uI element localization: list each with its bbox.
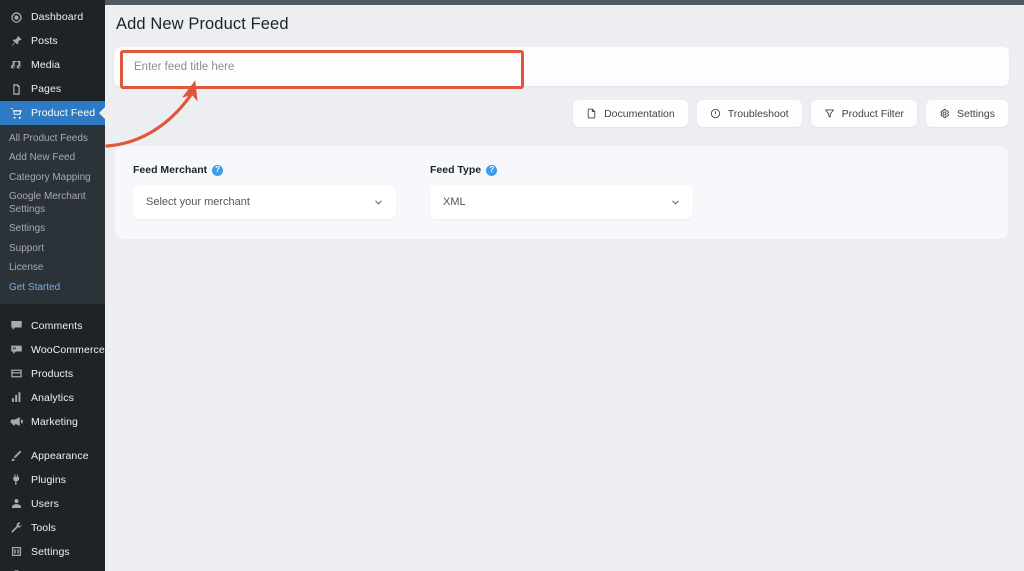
sidebar-item-media[interactable]: Media (0, 53, 105, 77)
sidebar-item-settings[interactable]: Settings (0, 540, 105, 564)
admin-sidebar: Dashboard Posts Media Pages Product Feed… (0, 0, 105, 571)
sidebar-item-product-feed[interactable]: Product Feed (0, 101, 105, 125)
sidebar-item-plugins[interactable]: Plugins (0, 468, 105, 492)
sidebar-item-label: Dashboard (31, 11, 84, 23)
documentation-label: Documentation (604, 107, 675, 120)
analytics-icon (9, 390, 24, 405)
chevron-down-icon (670, 197, 681, 208)
sidebar-item-pages[interactable]: Pages (0, 77, 105, 101)
sidebar-item-label: Posts (31, 35, 58, 47)
product-feed-submenu: All Product Feeds Add New Feed Category … (0, 125, 105, 304)
user-icon (9, 496, 24, 511)
info-circle-icon (710, 108, 721, 119)
feed-type-select[interactable]: XML (430, 185, 693, 219)
pages-icon (9, 82, 24, 97)
sidebar-item-label: Comments (31, 319, 83, 332)
submenu-item-get-started[interactable]: Get Started (0, 278, 105, 298)
submenu-item-category-mapping[interactable]: Category Mapping (0, 168, 105, 188)
sidebar-item-label: Product Feed (31, 107, 96, 119)
page-title: Add New Product Feed (116, 15, 289, 33)
sidebar-item-label: Users (31, 497, 59, 510)
submenu-item-support[interactable]: Support (0, 239, 105, 259)
settings-action-label: Settings (957, 107, 995, 120)
collapse-menu-button[interactable]: Collapse menu (0, 564, 105, 571)
products-icon (9, 366, 24, 381)
sidebar-item-label: Pages (31, 83, 62, 95)
sidebar-item-label: Tools (31, 521, 57, 534)
wordpress-admin-screen: Dashboard Posts Media Pages Product Feed… (0, 0, 1024, 571)
troubleshoot-label: Troubleshoot (727, 107, 789, 120)
settings-icon (9, 544, 24, 559)
sidebar-item-label: Products (31, 367, 74, 380)
pin-icon (9, 34, 24, 49)
feed-type-label-row: Feed Type ? (430, 164, 693, 176)
sidebar-item-label: WooCommerce (31, 343, 105, 356)
feed-title-input[interactable] (114, 47, 1009, 86)
chevron-down-icon (373, 197, 384, 208)
help-icon[interactable]: ? (486, 164, 498, 176)
action-button-row: Documentation Troubleshoot Product Filte… (105, 100, 1008, 127)
settings-button[interactable]: Settings (926, 100, 1008, 127)
sidebar-item-label: Plugins (31, 473, 67, 486)
feed-merchant-field: Feed Merchant ? Select your merchant (133, 164, 396, 219)
submenu-item-add-new-feed[interactable]: Add New Feed (0, 149, 105, 169)
feed-merchant-label-row: Feed Merchant ? (133, 164, 396, 176)
sidebar-item-label: Appearance (31, 449, 89, 462)
woocommerce-icon (9, 342, 24, 357)
sidebar-item-appearance[interactable]: Appearance (0, 444, 105, 468)
plug-icon (9, 472, 24, 487)
sidebar-item-users[interactable]: Users (0, 492, 105, 516)
sidebar-item-analytics[interactable]: Analytics (0, 386, 105, 410)
submenu-item-all-product-feeds[interactable]: All Product Feeds (0, 129, 105, 149)
feed-merchant-label: Feed Merchant (133, 164, 208, 176)
wrench-icon (9, 520, 24, 535)
sidebar-item-comments[interactable]: Comments (0, 314, 105, 338)
documentation-button[interactable]: Documentation (573, 100, 688, 127)
media-icon (9, 58, 24, 73)
feed-type-field: Feed Type ? XML (430, 164, 693, 219)
gear-icon (939, 108, 950, 119)
sidebar-divider-2 (0, 434, 105, 444)
feed-settings-panel: Feed Merchant ? Select your merchant Fee… (115, 146, 1008, 239)
sidebar-item-posts[interactable]: Posts (0, 29, 105, 53)
dashboard-icon (9, 10, 24, 25)
product-filter-label: Product Filter (841, 107, 905, 120)
feed-type-value: XML (443, 196, 466, 208)
help-icon[interactable]: ? (212, 164, 224, 176)
sidebar-item-label: Settings (31, 545, 70, 558)
funnel-icon (824, 108, 835, 119)
feed-title-row (114, 47, 1009, 89)
brush-icon (9, 448, 24, 463)
submenu-item-license[interactable]: License (0, 259, 105, 279)
sidebar-item-label: Media (31, 59, 61, 71)
sidebar-item-tools[interactable]: Tools (0, 516, 105, 540)
submenu-item-google-merchant-settings[interactable]: Google Merchant Settings (0, 188, 105, 220)
troubleshoot-button[interactable]: Troubleshoot (696, 100, 802, 127)
feed-merchant-select[interactable]: Select your merchant (133, 185, 396, 219)
sidebar-item-dashboard[interactable]: Dashboard (0, 5, 105, 29)
sidebar-item-label: Analytics (31, 391, 74, 404)
sidebar-item-woocommerce[interactable]: WooCommerce (0, 338, 105, 362)
submenu-item-settings[interactable]: Settings (0, 220, 105, 240)
product-filter-button[interactable]: Product Filter (810, 100, 918, 127)
feed-merchant-value: Select your merchant (146, 196, 250, 208)
sidebar-item-marketing[interactable]: Marketing (0, 410, 105, 434)
main-content: Add New Product Feed Documentation Troub… (105, 0, 1024, 571)
feed-type-label: Feed Type (430, 164, 482, 176)
sidebar-item-products[interactable]: Products (0, 362, 105, 386)
sidebar-item-label: Marketing (31, 415, 79, 428)
comment-icon (9, 318, 24, 333)
megaphone-icon (9, 414, 24, 429)
cart-icon (9, 106, 24, 121)
document-icon (586, 108, 597, 119)
sidebar-divider (0, 304, 105, 314)
